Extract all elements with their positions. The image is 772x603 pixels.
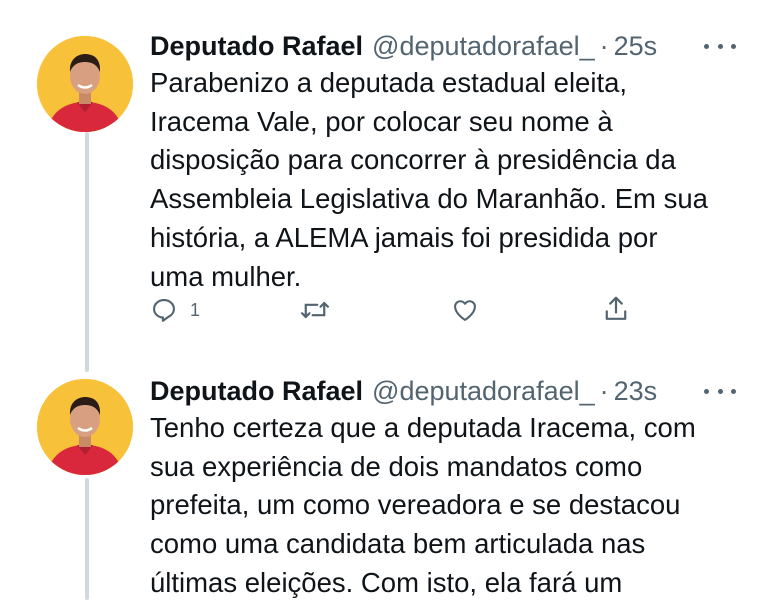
tweet-text: Tenho certeza que a deputada Iracema, co… [150, 409, 750, 603]
tweet-text-line: Iracema Vale, por colocar seu nome à [150, 105, 613, 137]
tweet-text: Parabenizo a deputada estadual eleita, I… [150, 64, 750, 296]
avatar-photo [37, 379, 133, 475]
tweet-text-line: Parabenizo a deputada estadual eleita, [150, 67, 628, 98]
avatar-photo [37, 36, 133, 132]
retweet-icon [300, 301, 330, 319]
author-handle[interactable]: @deputadorafael_ [372, 31, 595, 62]
more-icon[interactable] [704, 36, 736, 56]
separator: · [599, 375, 609, 406]
reply-icon [153, 299, 175, 322]
more-icon[interactable] [704, 381, 736, 401]
retweet-button[interactable] [300, 296, 330, 324]
author-name[interactable]: Deputado Rafael [150, 31, 363, 62]
share-icon [605, 296, 627, 320]
tweet[interactable]: Deputado Rafael @deputadorafael_ · 23s T… [0, 373, 772, 600]
tweet-text-line: prefeita, um como vereadora e se destaco… [150, 489, 681, 521]
author-handle[interactable]: @deputadorafael_ [372, 376, 595, 407]
tweet-text-line: disposição para concorrer à presidência … [150, 144, 676, 176]
avatar[interactable] [37, 36, 133, 132]
timestamp[interactable]: 25s [614, 31, 658, 62]
avatar[interactable] [37, 379, 133, 475]
author-name[interactable]: Deputado Rafael [150, 376, 363, 407]
like-button[interactable] [450, 296, 480, 324]
tweet-text-line: sua experiência de dois mandatos como [150, 450, 643, 482]
reply-button[interactable]: 1 [150, 296, 200, 324]
tweet-text-line: como uma candidata bem articulada nas [150, 528, 646, 560]
separator: · [599, 30, 609, 61]
tweet[interactable]: Deputado Rafael @deputadorafael_ · 25s P… [0, 28, 772, 328]
tweet-header: Deputado Rafael @deputadorafael_ · 25s [150, 28, 657, 64]
heart-icon [454, 300, 476, 321]
reply-count: 1 [190, 299, 201, 320]
tweet-text-line: Assembleia Legislativa do Maranhão. Em s… [150, 183, 708, 215]
tweet-header: Deputado Rafael @deputadorafael_ · 23s [150, 373, 657, 409]
tweet-actions: 1 [150, 290, 650, 330]
tweet-text-line: Tenho certeza que a deputada Iracema, co… [150, 412, 696, 443]
tweet-text-line: história, a ALEMA jamais foi presidida p… [150, 221, 658, 253]
tweet-text-line: últimas eleições. Com isto, ela fará um [150, 566, 623, 598]
timestamp[interactable]: 23s [614, 376, 658, 407]
share-button[interactable] [602, 294, 630, 324]
